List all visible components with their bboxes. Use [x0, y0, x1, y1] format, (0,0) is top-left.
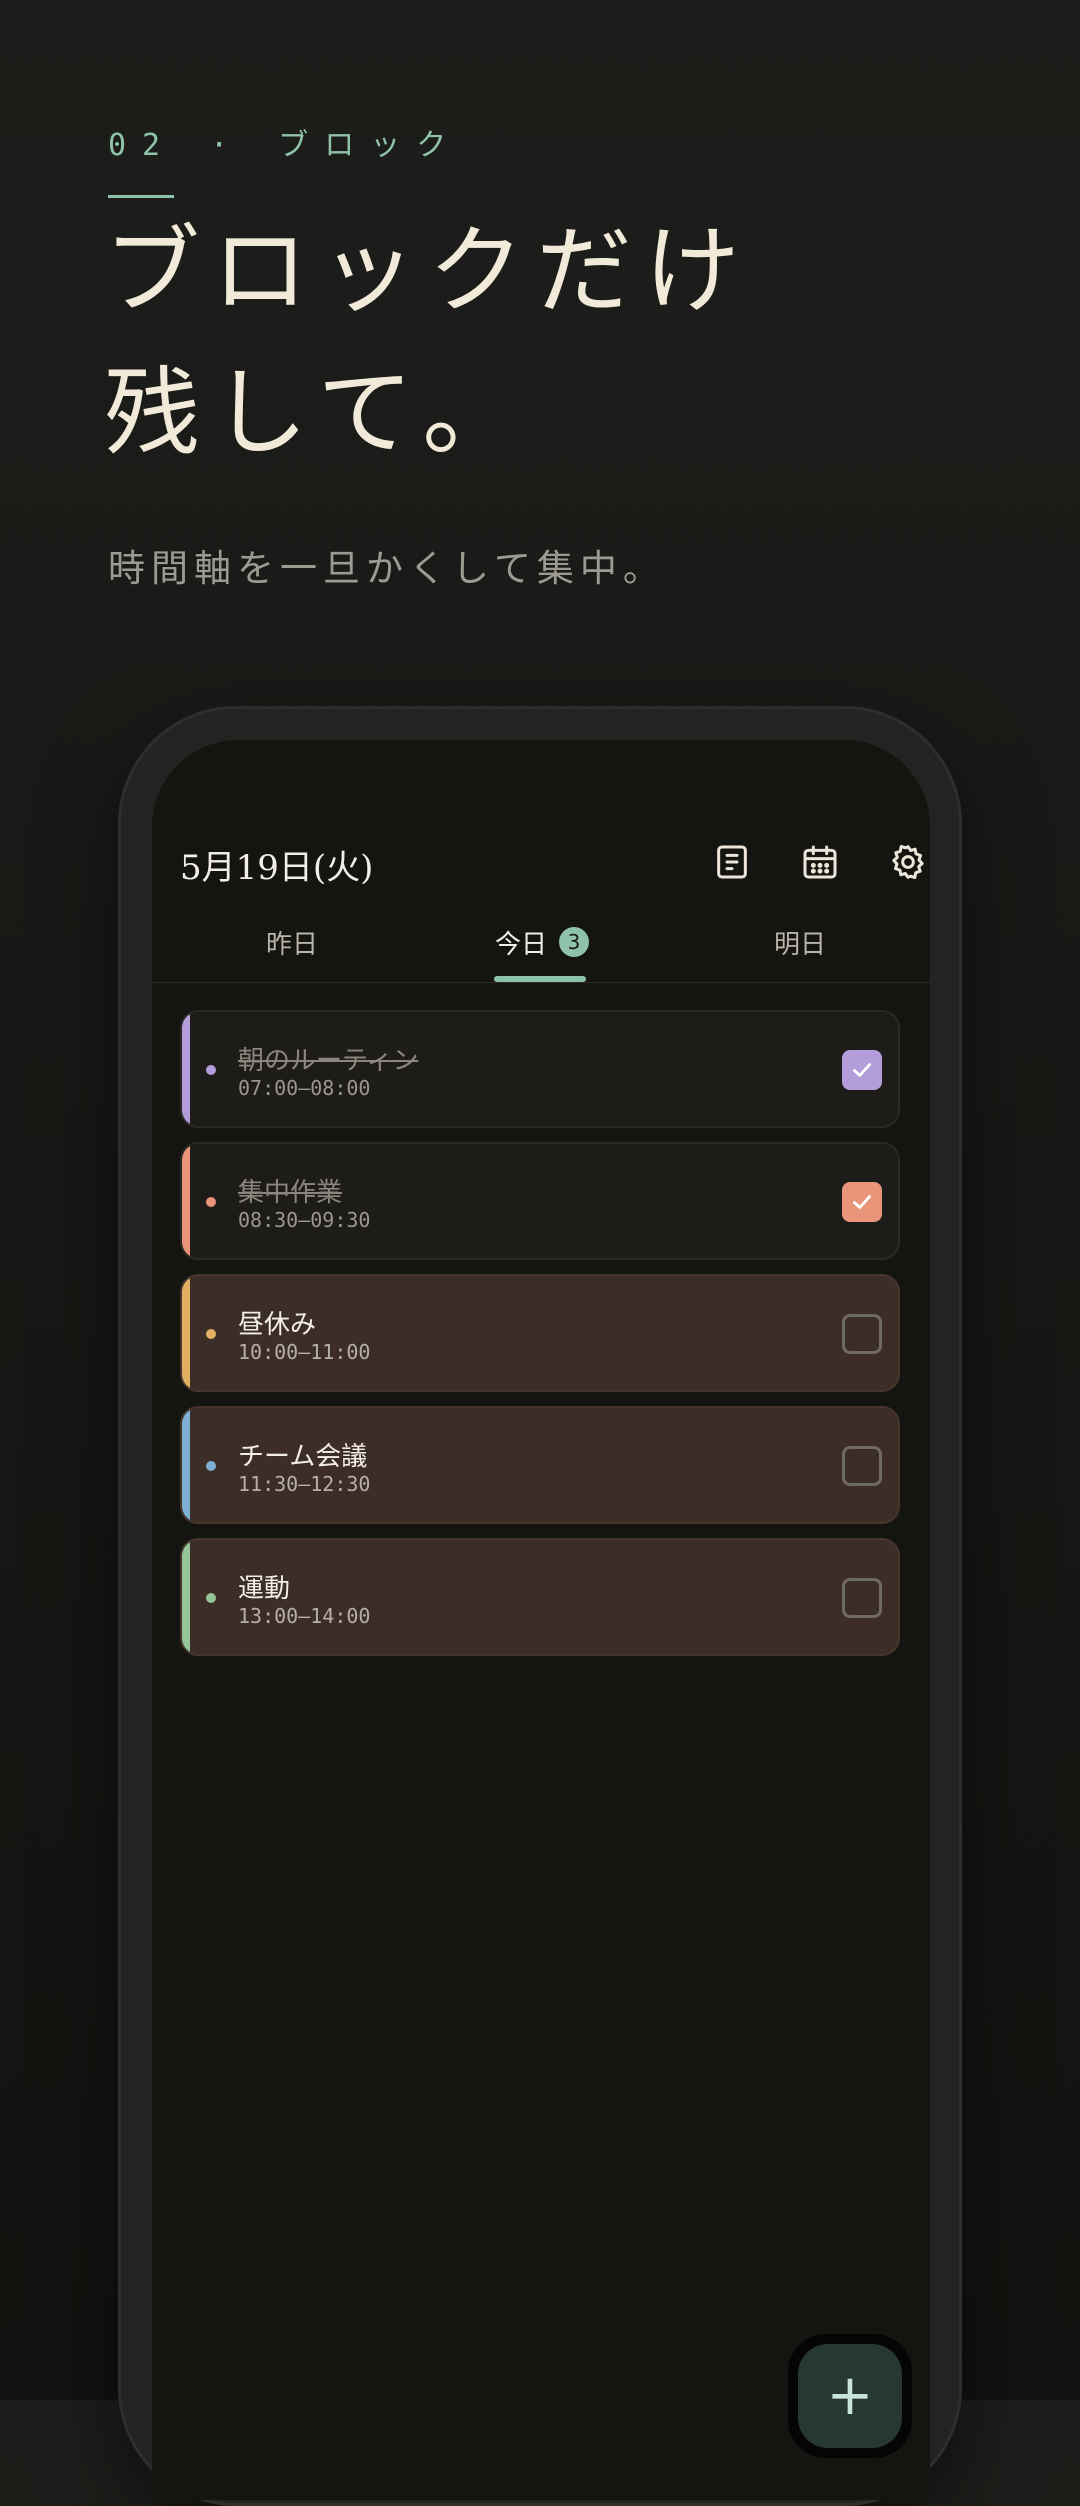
task-time: 11:30–12:30: [238, 1472, 371, 1496]
phone-screen: 5月19日(火) 昨日 今日 3 明日 朝のルーティン 07:00–08:00 …: [152, 740, 930, 2500]
check-icon: [853, 1195, 871, 1209]
task-color-bar: [182, 1408, 190, 1522]
task-color-dot: [206, 1197, 216, 1207]
gear-icon[interactable]: [878, 832, 930, 892]
task-title: チーム会議: [238, 1442, 368, 1472]
tab-yesterday-label: 昨日: [265, 929, 318, 960]
date-title: 5月19日(火): [180, 848, 374, 888]
task-card[interactable]: 集中作業 08:30–09:30: [180, 1142, 900, 1260]
plus-icon: +: [826, 2363, 874, 2428]
active-tab-indicator: [494, 976, 586, 982]
task-card[interactable]: 朝のルーティン 07:00–08:00: [180, 1010, 900, 1128]
tab-today[interactable]: 今日 3: [442, 902, 642, 982]
task-title: 運動: [238, 1574, 291, 1604]
task-card[interactable]: チーム会議 11:30–12:30: [180, 1406, 900, 1524]
task-checkbox[interactable]: [842, 1182, 882, 1222]
task-color-dot: [206, 1329, 216, 1339]
task-checkbox[interactable]: [842, 1050, 882, 1090]
task-time: 07:00–08:00: [238, 1076, 371, 1100]
task-color-dot: [206, 1065, 216, 1075]
task-time: 08:30–09:30: [238, 1208, 371, 1232]
hero-title-line-2: 残して。: [104, 357, 531, 469]
tab-today-label: 今日: [494, 929, 547, 960]
task-checkbox[interactable]: [842, 1578, 882, 1618]
app-header: 5月19日(火): [180, 820, 924, 910]
task-title: 集中作業: [238, 1178, 343, 1208]
task-title: 昼休み: [238, 1310, 317, 1340]
task-color-dot: [206, 1593, 216, 1603]
task-checkbox[interactable]: [842, 1446, 882, 1486]
task-checkbox[interactable]: [842, 1314, 882, 1354]
notes-icon[interactable]: [702, 832, 762, 892]
task-color-dot: [206, 1461, 216, 1471]
add-task-button-surface: +: [798, 2344, 902, 2448]
tab-tomorrow-label: 明日: [773, 929, 826, 960]
calendar-icon[interactable]: [790, 832, 850, 892]
task-time: 10:00–11:00: [238, 1340, 371, 1364]
check-icon: [853, 1063, 871, 1077]
task-color-bar: [182, 1144, 190, 1258]
hero-title: ブロックだけ 残して。: [104, 200, 904, 484]
task-color-bar: [182, 1012, 190, 1126]
task-card[interactable]: 運動 13:00–14:00: [180, 1538, 900, 1656]
eyebrow-divider: [108, 195, 174, 198]
task-title: 朝のルーティン: [238, 1046, 419, 1076]
task-time: 13:00–14:00: [238, 1604, 371, 1628]
section-eyebrow: 02 · ブロック: [108, 128, 463, 163]
task-color-bar: [182, 1276, 190, 1390]
task-color-bar: [182, 1540, 190, 1654]
tab-yesterday[interactable]: 昨日: [192, 902, 392, 982]
task-count-badge: 3: [559, 927, 589, 957]
add-task-button[interactable]: +: [788, 2334, 912, 2458]
task-card[interactable]: 昼休み 10:00–11:00: [180, 1274, 900, 1392]
hero-title-line-1: ブロックだけ: [104, 215, 752, 327]
task-list: 朝のルーティン 07:00–08:00 集中作業 08:30–09:30 昼休み…: [180, 1010, 900, 1670]
tab-tomorrow[interactable]: 明日: [700, 902, 900, 982]
hero-subtitle: 時間軸を一旦かくして集中。: [108, 547, 666, 590]
day-tabs: 昨日 今日 3 明日: [152, 902, 930, 983]
